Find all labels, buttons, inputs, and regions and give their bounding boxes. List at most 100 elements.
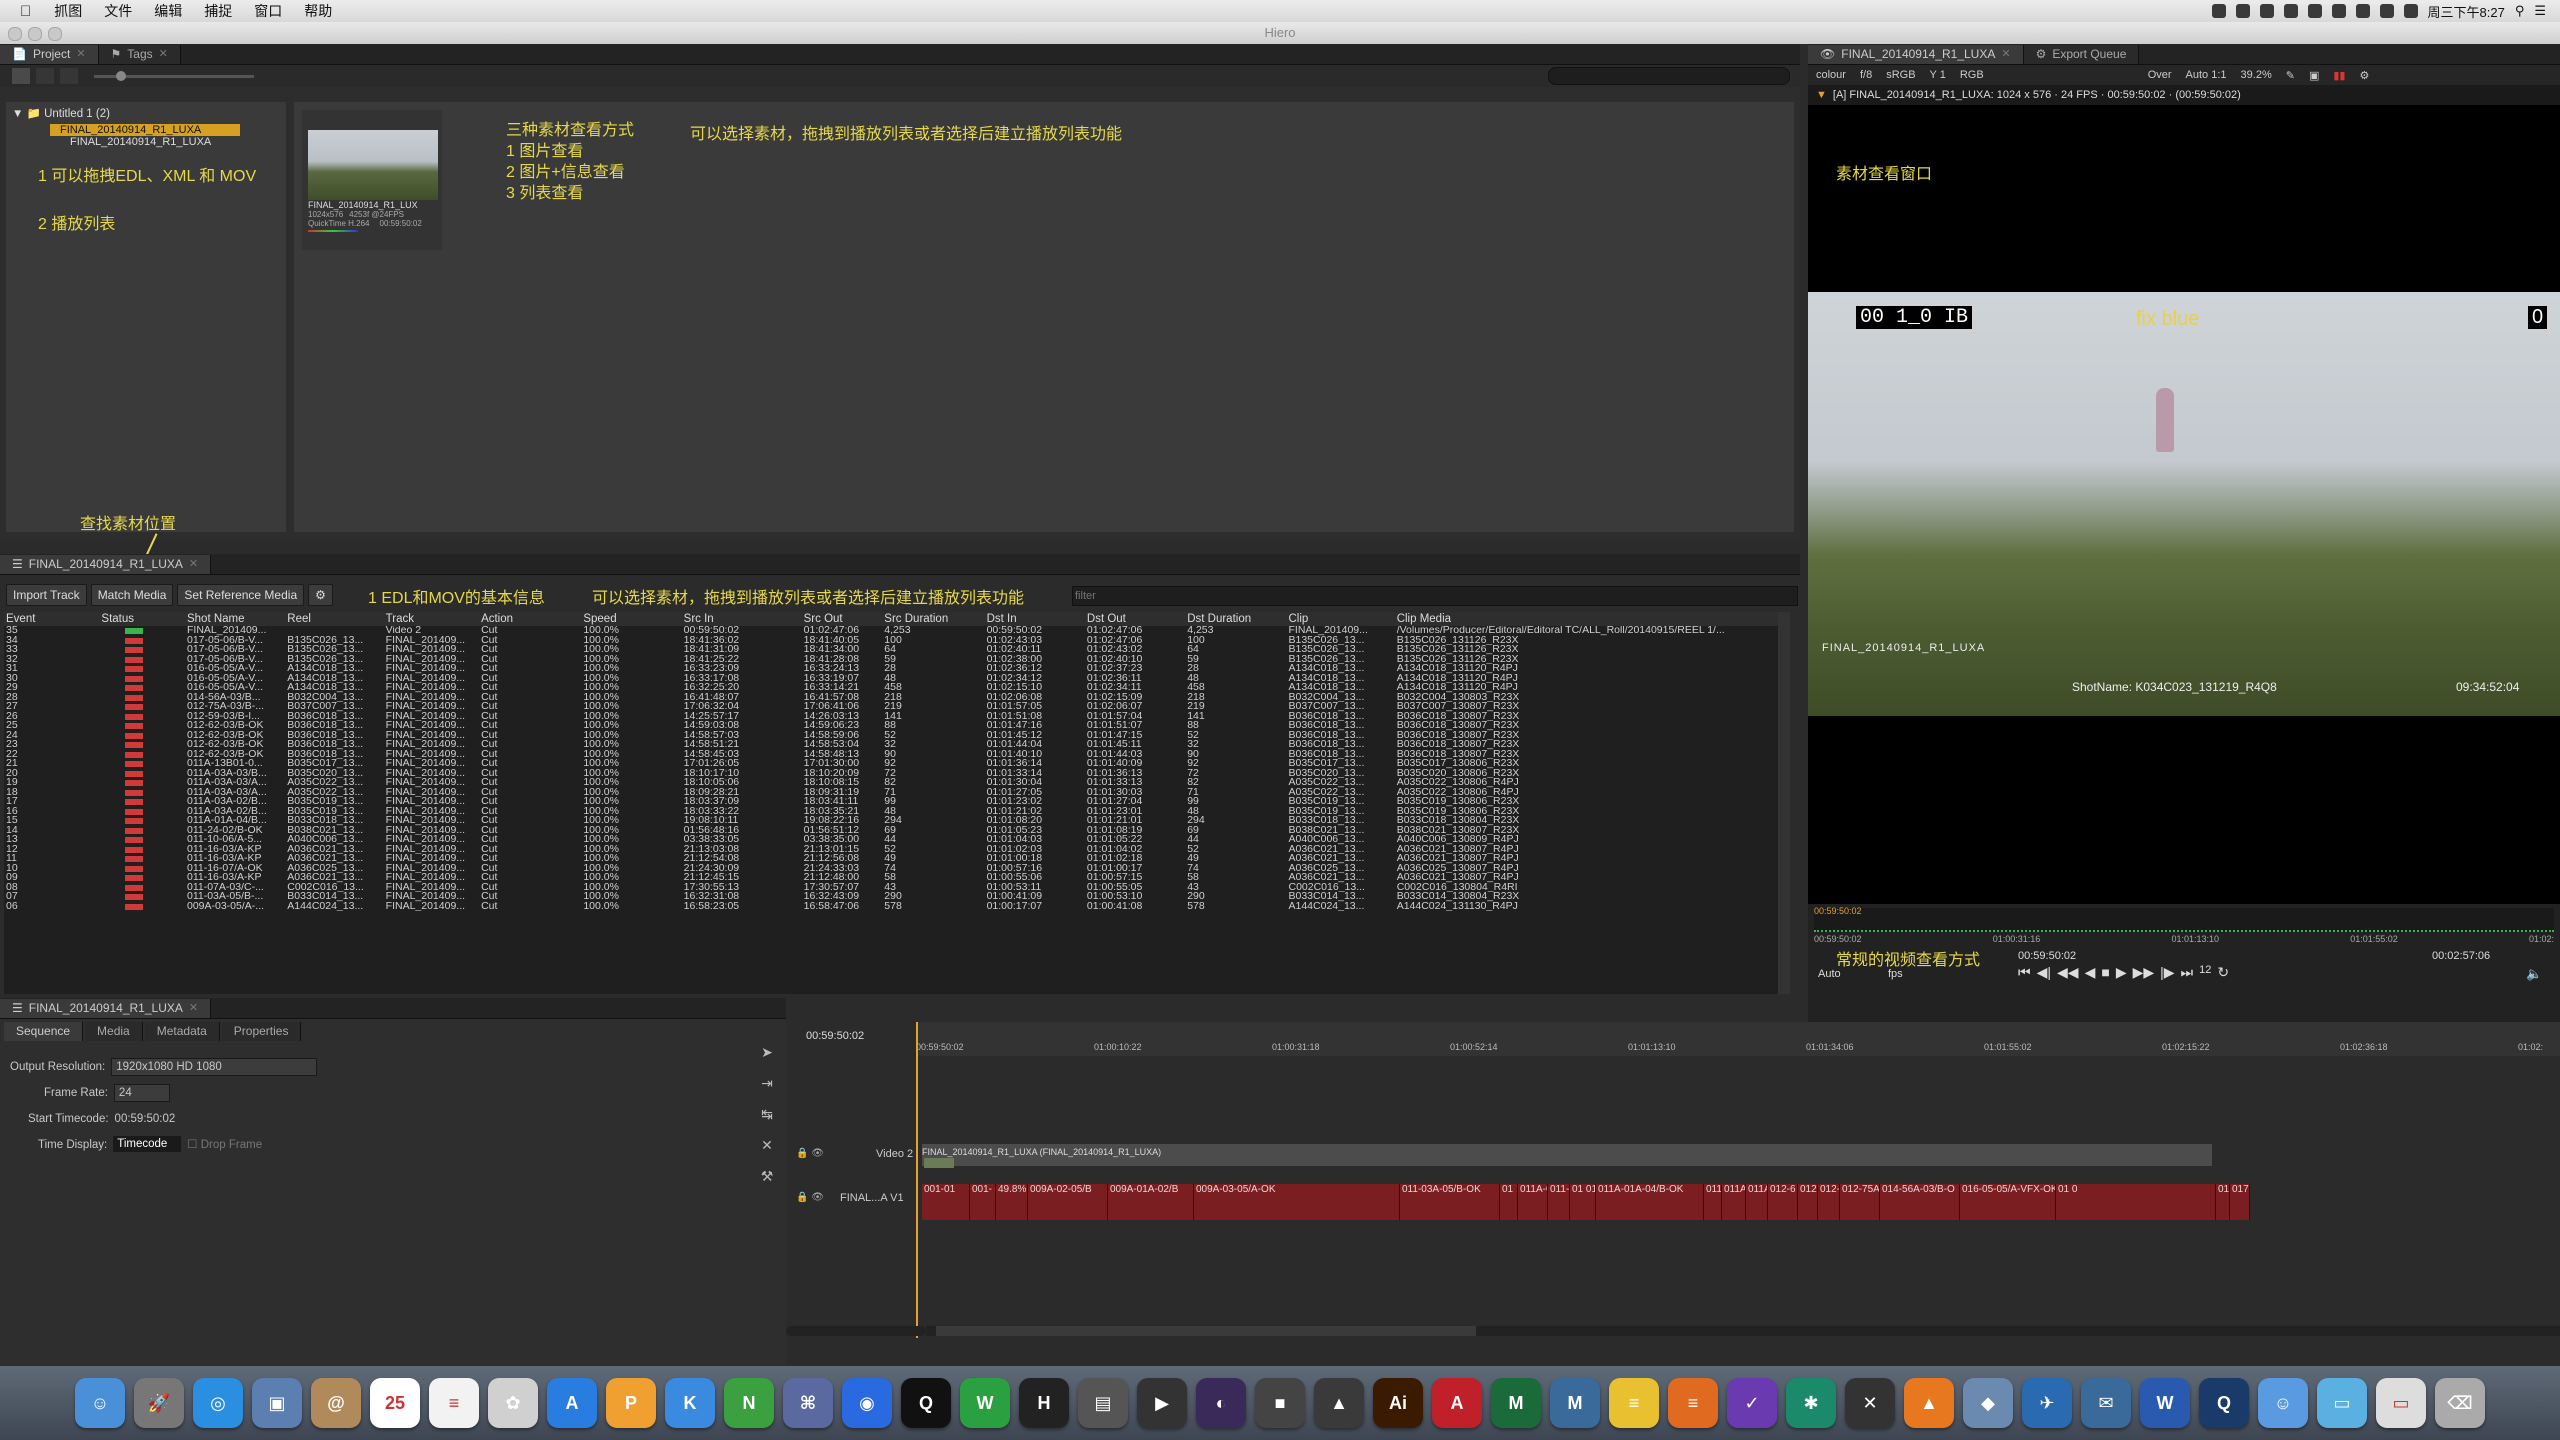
volume-icon[interactable]: 🔈 [2526,966,2542,982]
tab-viewer[interactable]: 👁 FINAL_20140914_R1_LUXA ✕ [1808,45,2024,64]
trash-icon[interactable]: ⌫ [2435,1378,2485,1428]
table-row[interactable]: 22 012-62-03/B-OK B036C018_13... FINAL_2014… [4,750,1790,760]
thumb-info-view-icon[interactable] [36,68,54,84]
timeline-clip[interactable]: 011A-0 [1704,1184,1722,1220]
folder-icon[interactable]: ▭ [2317,1378,2367,1428]
timeline-clip[interactable]: 017 [2216,1184,2230,1220]
keynote-icon[interactable]: K [665,1378,715,1428]
column-header[interactable]: Src In [682,612,802,626]
close-icon[interactable]: ✕ [159,45,168,64]
prev-edit-icon[interactable]: ◀| [2037,964,2051,981]
tab-export-queue[interactable]: ⚙ Export Queue [2023,45,2140,64]
numbers-icon[interactable]: N [724,1378,774,1428]
tree-item-clip[interactable]: FINAL_20140914_R1_LUXA [70,136,286,148]
close-icon[interactable]: ✕ [76,45,85,64]
timeline-clip[interactable]: 001- [970,1184,996,1220]
select-tool-icon[interactable]: ➤ [761,1044,773,1061]
column-header[interactable]: Event [4,612,99,626]
fstop-dropdown[interactable]: f/8 [1860,69,1872,81]
maya-icon[interactable]: ✱ [1786,1378,1836,1428]
timeline-clip[interactable]: 012-75A-03/B-O [1840,1184,1880,1220]
timeline-clip[interactable]: 011- [1548,1184,1570,1220]
menu-item-file[interactable]: 文件 [93,1,143,21]
lut-dropdown[interactable]: sRGB [1886,69,1915,81]
playhead[interactable] [916,1022,918,1338]
finder2-icon[interactable]: ☺ [2258,1378,2308,1428]
timeline-clip[interactable]: 012-6 [1768,1184,1798,1220]
hiero-icon[interactable]: H [1019,1378,1069,1428]
browser-icon[interactable]: ◉ [842,1378,892,1428]
quicktime-icon[interactable]: Q [2199,1378,2249,1428]
column-header[interactable]: Speed [581,612,681,626]
table-row[interactable]: 25 012-62-03/B-OK B036C018_13... FINAL_2014… [4,721,1790,731]
timeline-clip[interactable]: 014-56A-03/B-O [1880,1184,1960,1220]
compare-dropdown[interactable]: Over [2148,69,2172,81]
frame-rate-select[interactable]: 24 [113,1084,170,1102]
column-header[interactable]: Dst Out [1085,612,1185,626]
clapper-icon[interactable]: ■ [1255,1378,1305,1428]
vlc-icon[interactable]: ▲ [1904,1378,1954,1428]
spotlight-icon[interactable]: ⚲ [2515,3,2525,19]
clip-thumbnail-image[interactable] [308,130,438,200]
v2-lock-icon[interactable]: 🔒 👁 [796,1148,824,1159]
timeline-clip[interactable]: 009A-01A-02/B [1108,1184,1194,1220]
table-row[interactable]: 21 011A-13B01-0... B035C017_13... FINAL_201… [4,759,1790,769]
menu-item-capture2[interactable]: 捕捉 [193,1,243,21]
table-row[interactable]: 11 011-16-03/A-KP A036C021_13... FINAL_2014… [4,854,1790,864]
table-row[interactable]: 23 012-62-03/B-OK B036C018_13... FINAL_2014… [4,740,1790,750]
menu-item-help[interactable]: 帮助 [293,1,343,21]
zoom-dropdown[interactable]: 39.2% [2241,69,2272,81]
play-icon[interactable]: ▶ [2116,964,2127,981]
output-resolution-select[interactable]: 1920x1080 HD 1080 [111,1058,318,1076]
play-reverse-icon[interactable]: ◀ [2085,964,2096,981]
timeline-clip[interactable]: 009A-02-05/B [1028,1184,1108,1220]
minimize-window-icon[interactable] [28,27,42,41]
timeline-clip[interactable]: 011-03A-05/B-OK [1400,1184,1500,1220]
table-row[interactable]: 13 011-10-06/A-5... A040C006_13... FINAL_20… [4,835,1790,845]
screen-icon[interactable]: ▭ [2376,1378,2426,1428]
column-header[interactable]: Shot Name [185,612,285,626]
table-row[interactable]: 06 009A-03-05/A-... A144C024_13... FINAL_20… [4,902,1790,912]
bluetooth-status-icon[interactable] [2331,4,2346,18]
timeline-clip[interactable]: 011A-0 [1518,1184,1548,1220]
timeline-clip[interactable]: 01 01 [1570,1184,1596,1220]
match-media-button[interactable]: Match Media [90,584,174,606]
table-row[interactable]: 33 017-05-06/B-V... B135C026_13... FINAL_20… [4,645,1790,655]
mt-icon[interactable]: M [1491,1378,1541,1428]
thumbnail-size-slider[interactable] [94,70,254,81]
table-row[interactable]: 27 012-75A-03/B-... B037C007_13... FINAL_20… [4,702,1790,712]
clip-thumbnail-card[interactable]: FINAL_20140914_R1_LUX 1024x576 4253f @24F… [302,110,442,250]
step-forward-icon[interactable]: ▶▶ [2133,964,2155,981]
timeline-clip[interactable]: 009A-03-05/A-OK [1194,1184,1400,1220]
timeline-clip[interactable]: 012-59-03 [1818,1184,1840,1220]
menu-item-capture[interactable]: 抓图 [43,1,93,21]
color-picker-icon[interactable]: ✎ [2286,69,2295,82]
import-track-button[interactable]: Import Track [6,584,87,606]
timeline-current-tc[interactable]: 00:59:50:02 [806,1030,864,1042]
time-display-select[interactable]: Timecode [113,1136,182,1152]
volume-icon[interactable] [2403,4,2418,18]
stop-icon[interactable]: ■ [2101,964,2109,981]
filter-input[interactable] [1072,586,1798,606]
timeline-clip[interactable]: 01 [1500,1184,1518,1220]
timeline-clip[interactable]: 01 0 [2056,1184,2216,1220]
tree-item-sequence[interactable]: FINAL_20140914_R1_LUXA [50,124,240,136]
v2-clip[interactable]: FINAL_20140914_R1_LUXA (FINAL_20140914_R… [922,1144,2212,1168]
v1-lock-icon[interactable]: 🔒 👁 [796,1192,824,1203]
timeline-hscroll[interactable] [926,1326,2560,1336]
qq-icon[interactable]: Q [901,1378,951,1428]
track-select-icon[interactable]: ⇥ [761,1075,773,1092]
column-header[interactable]: Clip Media [1395,612,1790,626]
menu-item-window[interactable]: 窗口 [243,1,293,21]
timeline-zoom-slider[interactable] [786,1326,926,1336]
fcp-icon[interactable]: ▶ [1137,1378,1187,1428]
photos-icon[interactable]: ✿ [488,1378,538,1428]
column-header[interactable]: Action [479,612,581,626]
close-icon[interactable]: ✕ [189,999,198,1018]
tick-icon[interactable]: ✓ [1727,1378,1777,1428]
input-source-icon[interactable] [2379,4,2394,18]
table-row[interactable]: 24 012-62-03/B-OK B036C018_13... FINAL_2014… [4,731,1790,741]
column-header[interactable]: Dst In [985,612,1085,626]
table-row[interactable]: 17 011A-03A-02/B... B035C019_13... FINAL_20… [4,797,1790,807]
timeline-clip[interactable]: 011A- [1722,1184,1746,1220]
